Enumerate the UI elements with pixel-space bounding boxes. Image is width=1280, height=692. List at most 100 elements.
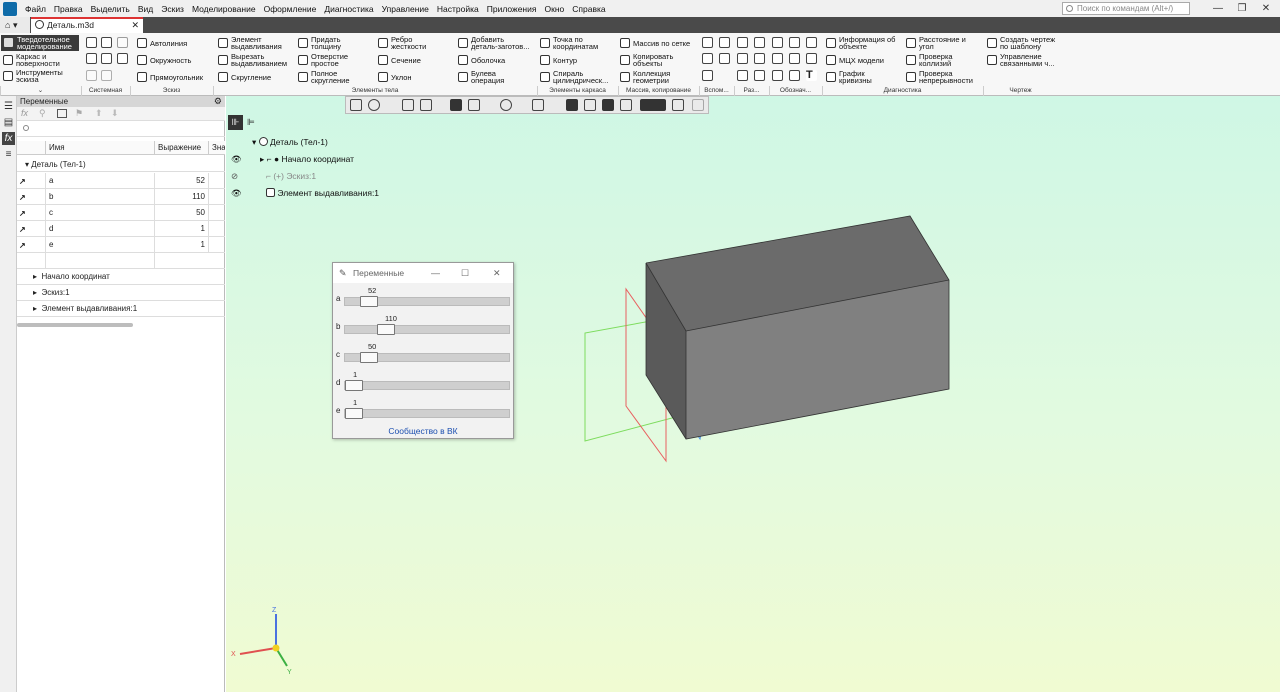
parameters-icon[interactable]: ▤ [2,116,15,129]
boolean-button[interactable]: Булева операция [458,70,504,84]
menu-2[interactable]: Выделить [87,4,134,14]
mode-surfaces[interactable]: Каркас и поверхности [3,53,60,67]
view-orient-icon[interactable] [350,99,362,111]
cut-extrude-button[interactable]: Вырезать выдавливанием [218,53,287,67]
rib-button[interactable]: Ребро жесткости [378,36,426,50]
slider-thumb[interactable] [360,296,378,307]
copy-objects-button[interactable]: Копировать объекты [620,53,673,67]
parts-split-icon[interactable] [737,37,748,48]
slider-thumb[interactable] [345,380,363,391]
dialog-close-button[interactable]: ✕ [493,263,501,283]
preview-icon[interactable] [101,53,112,64]
slider-track[interactable] [344,380,510,391]
rectangle-button[interactable]: Прямоугольник [137,72,203,82]
aux-plane-icon[interactable] [702,37,713,48]
open-folder-icon[interactable] [101,37,112,48]
dialog-maximize-button[interactable]: ☐ [461,263,469,283]
measure-icon[interactable] [672,99,684,111]
redo-icon[interactable] [101,70,112,81]
slider-thumb[interactable] [345,408,363,419]
hole-button[interactable]: Отверстие простое [298,53,348,67]
variable-row[interactable]: ↗ c 50 [17,205,225,221]
variable-group[interactable]: ▸ Эскиз:1 [17,285,225,301]
menu-9[interactable]: Настройка [433,4,483,14]
contour-button[interactable]: Контур [540,55,577,65]
variable-group[interactable]: ▸ Начало координат [17,269,225,285]
close-tab-icon[interactable]: ✕ [131,19,139,32]
fillet-button[interactable]: Скругление [218,72,271,82]
variable-name[interactable]: d [45,221,154,237]
home-tab[interactable]: ⌂ ▾ [0,17,30,33]
pan-icon[interactable] [402,99,414,111]
panel-settings-icon[interactable]: ⚙ [214,96,222,107]
draft-button[interactable]: Уклон [378,72,412,82]
menu-11[interactable]: Окно [540,4,568,14]
shell-button[interactable]: Оболочка [458,55,505,65]
menu-7[interactable]: Диагностика [320,4,377,14]
variable-expression[interactable]: 50 [154,205,208,221]
variable-name[interactable]: e [45,237,154,253]
add-variable-icon[interactable]: fx [21,108,28,118]
manage-linked-button[interactable]: Управление связанными ч... [987,53,1055,67]
model-tree-icon[interactable]: ☰ [2,100,15,113]
variable-group[interactable]: ▸ Элемент выдавливания:1 [17,301,225,317]
slider-thumb[interactable] [377,324,395,335]
slider-track[interactable] [344,352,510,363]
variable-expression[interactable]: 52 [154,173,208,189]
mass-center-button[interactable]: МЦХ модели [826,55,884,65]
shadows-icon[interactable] [620,99,632,111]
selection-filter-icon[interactable] [640,99,666,111]
notation-text-icon[interactable]: T [806,70,817,81]
col-name[interactable]: Имя [45,141,154,155]
aux-axis-icon[interactable] [719,37,730,48]
variable-name[interactable]: a [45,173,154,189]
distance-button[interactable]: Расстояние и угол [906,36,966,50]
circle-button[interactable]: Окружность [137,55,191,65]
notation-weld-icon[interactable] [772,70,783,81]
variables-root-row[interactable]: ▾ Деталь (Тел-1) [17,157,225,172]
dialog-titlebar[interactable]: ✎ Переменные — ☐ ✕ [333,263,513,283]
menu-5[interactable]: Моделирование [188,4,260,14]
close-window-button[interactable]: ✕ [1256,2,1276,15]
variable-row-empty[interactable] [17,253,225,269]
collisions-button[interactable]: Проверка коллизий [906,53,953,67]
table-icon[interactable] [57,109,67,118]
menu-8[interactable]: Управление [378,4,433,14]
add-blank-button[interactable]: Добавить деталь-заготов... [458,36,530,50]
minimize-button[interactable]: — [1208,2,1228,15]
variable-row[interactable]: ↗ b 110 [17,189,225,205]
lights-icon[interactable] [602,99,614,111]
filter-icon[interactable]: ⚑ [75,108,83,119]
pen-icon[interactable] [692,99,704,111]
horizontal-scrollbar[interactable] [17,323,133,327]
variable-row[interactable]: ↗ d 1 [17,221,225,237]
variables-search-input[interactable] [17,122,225,137]
menu-6[interactable]: Оформление [260,4,321,14]
section-view-icon[interactable] [566,99,578,111]
spiral-button[interactable]: Спираль цилиндрическ... [540,70,608,84]
perspective-icon[interactable] [584,99,596,111]
layers-icon[interactable]: ≡ [2,148,15,161]
link-variable-icon[interactable]: ⚲ [39,108,46,119]
slider-track[interactable] [344,324,510,335]
mode-sketch-tools[interactable]: Инструменты эскиза [3,69,63,83]
create-drawing-button[interactable]: Создать чертеж по шаблону [987,36,1055,50]
menu-1[interactable]: Правка [50,4,87,14]
shaded-view-icon[interactable] [450,99,462,111]
move-down-icon[interactable]: ⬇ [111,108,119,119]
new-file-icon[interactable] [86,37,97,48]
col-expression[interactable]: Выражение [154,141,208,155]
curvature-button[interactable]: График кривизны [826,70,872,84]
variable-row[interactable]: ↗ e 1 [17,237,225,253]
parts-copy-icon[interactable] [737,70,748,81]
mode-solid-modeling[interactable]: Твердотельное моделирование [1,35,79,51]
parts-tag-icon[interactable] [754,70,765,81]
thickness-button[interactable]: Придать толщину [298,36,341,50]
display-mode-icon[interactable] [468,99,480,111]
object-info-button[interactable]: Информация об объекте [826,36,895,50]
aux-csys-icon[interactable] [702,70,713,81]
notation-radius-icon[interactable] [806,37,817,48]
section-button[interactable]: Сечение [378,55,421,65]
variable-expression[interactable]: 1 [154,237,208,253]
variable-row[interactable]: ↗ a 52 [17,173,225,189]
